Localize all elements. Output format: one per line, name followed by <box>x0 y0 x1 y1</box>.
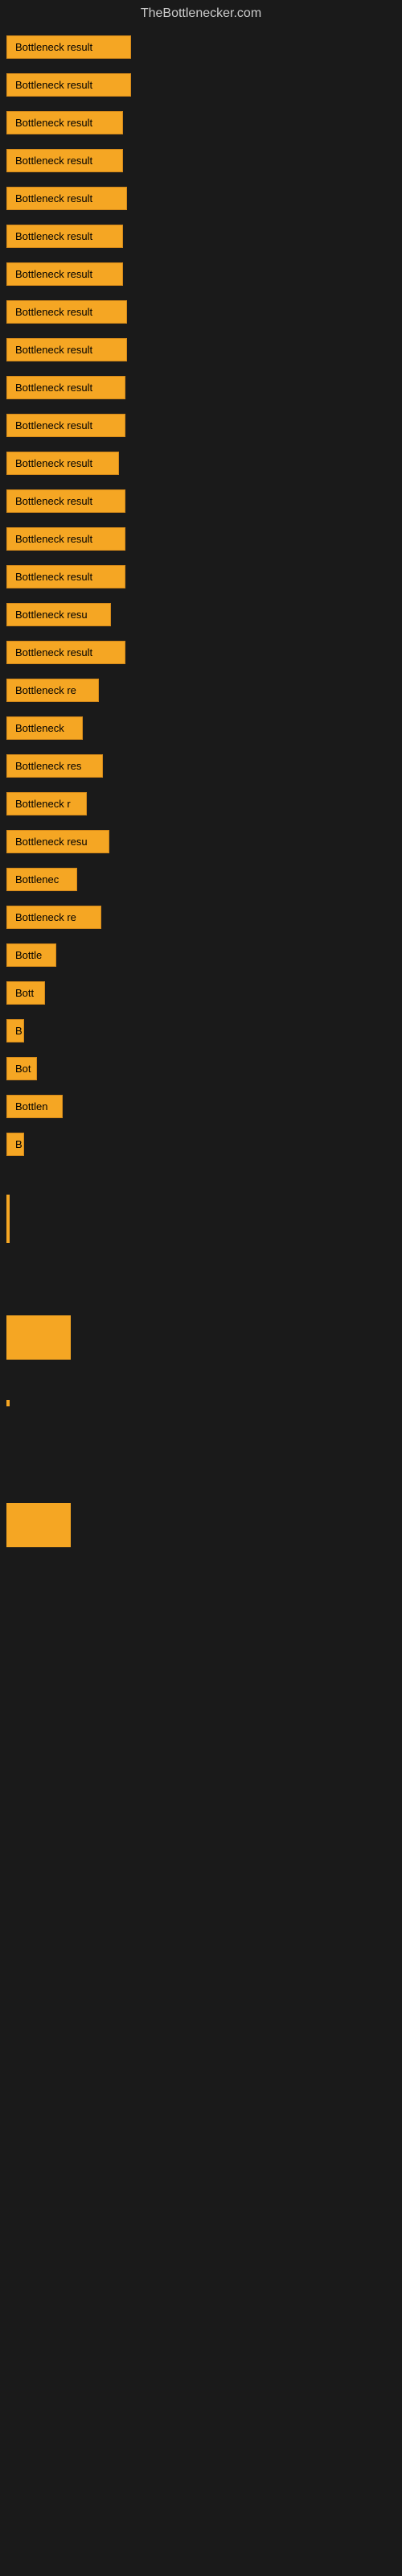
bottleneck-item: Bottleneck re <box>6 679 99 702</box>
bottleneck-item: Bottlen <box>6 1095 63 1118</box>
bottleneck-item: Bottleneck result <box>6 111 123 134</box>
bottleneck-item: Bottleneck result <box>6 565 125 588</box>
bottleneck-item: Bottlenec <box>6 868 77 891</box>
bottleneck-item: Bottleneck result <box>6 300 127 324</box>
bottleneck-item: Bottleneck result <box>6 187 127 210</box>
bottleneck-item: Bottle <box>6 943 56 967</box>
bottleneck-item: Bottleneck resu <box>6 830 109 853</box>
bottleneck-item: Bottleneck r <box>6 792 87 815</box>
bottleneck-item: B <box>6 1133 24 1156</box>
bottom-block-2 <box>6 1503 71 1547</box>
bottleneck-item: Bot <box>6 1057 37 1080</box>
bottleneck-item: Bottleneck result <box>6 338 127 361</box>
bottleneck-item: Bottleneck result <box>6 414 125 437</box>
bottleneck-item: Bottleneck resu <box>6 603 111 626</box>
bottleneck-item: Bott <box>6 981 45 1005</box>
bottom-bar-2 <box>6 1400 10 1406</box>
bottleneck-item: Bottleneck result <box>6 149 123 172</box>
bottleneck-item: Bottleneck re <box>6 906 101 929</box>
bottleneck-item: Bottleneck <box>6 716 83 740</box>
bottleneck-item: B <box>6 1019 24 1042</box>
bottleneck-item: Bottleneck result <box>6 452 119 475</box>
bottom-block-1 <box>6 1315 71 1360</box>
bottleneck-item: Bottleneck result <box>6 641 125 664</box>
bottleneck-item: Bottleneck res <box>6 754 103 778</box>
bottleneck-item: Bottleneck result <box>6 489 125 513</box>
site-title: TheBottlenecker.com <box>0 0 402 27</box>
bottleneck-item: Bottleneck result <box>6 376 125 399</box>
items-container: Bottleneck result Bottleneck result Bottle… <box>0 27 402 1179</box>
bottleneck-item: Bottleneck result <box>6 35 131 59</box>
bottleneck-item: Bottleneck result <box>6 527 125 551</box>
bottleneck-item: Bottleneck result <box>6 262 123 286</box>
bottom-section <box>0 1195 402 1547</box>
bottleneck-item: Bottleneck result <box>6 73 131 97</box>
bottom-bar-1 <box>6 1195 10 1243</box>
bottleneck-item: Bottleneck result <box>6 225 123 248</box>
